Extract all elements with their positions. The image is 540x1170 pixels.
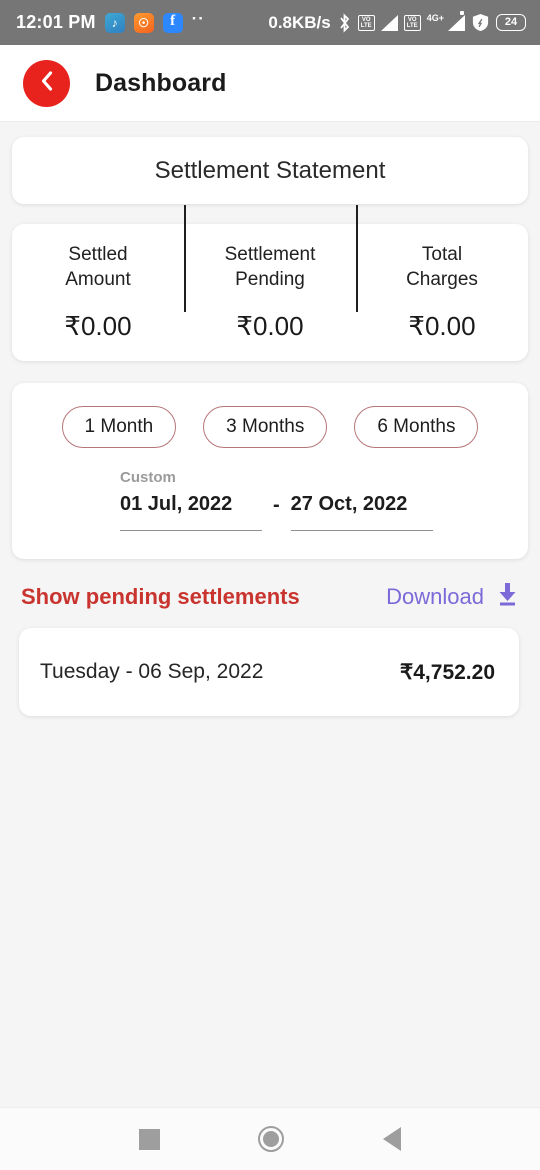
summary-card: Settled Amount ₹0.00 Settlement Pending … bbox=[12, 205, 528, 361]
status-bar: 12:01 PM ♪ ☉ f ·· 0.8KB/s VO LTE VO LTE 4G… bbox=[0, 0, 540, 45]
status-bar-left: 12:01 PM ♪ ☉ f ·· bbox=[16, 8, 205, 33]
duration-chip-6-months[interactable]: 6 Months bbox=[354, 406, 479, 448]
notes-app-icon: ♪ bbox=[104, 12, 125, 33]
status-bar-clock: 12:01 PM bbox=[16, 12, 96, 32]
recents-square-icon[interactable] bbox=[139, 1128, 161, 1150]
volte-icon-2: VO LTE bbox=[403, 14, 421, 31]
action-row: Show pending settlements Download bbox=[21, 581, 520, 612]
orange-app-icon: ☉ bbox=[133, 12, 154, 33]
facebook-icon: f bbox=[162, 12, 183, 33]
date-filter-card: 1 Month 3 Months 6 Months Custom 01 Jul,… bbox=[12, 383, 528, 559]
home-circle-icon[interactable] bbox=[258, 1126, 285, 1152]
network-speed-label: 0.8KB/s bbox=[268, 12, 331, 32]
summary-value: ₹0.00 bbox=[64, 310, 132, 341]
download-label: Download bbox=[386, 583, 484, 609]
system-nav-bar bbox=[0, 1107, 540, 1170]
summary-item-settlement-pending: Settlement Pending ₹0.00 bbox=[184, 205, 356, 342]
settlement-statement-title: Settlement Statement bbox=[154, 156, 386, 184]
summary-item-total-charges: Total Charges ₹0.00 bbox=[356, 205, 528, 342]
phone-screen: 12:01 PM ♪ ☉ f ·· 0.8KB/s VO LTE VO LTE 4G… bbox=[0, 0, 540, 1170]
custom-range-label: Custom bbox=[120, 469, 176, 486]
bluetooth-icon bbox=[337, 12, 352, 33]
summary-value: ₹0.00 bbox=[236, 310, 304, 341]
app-bar: Dashboard bbox=[0, 45, 540, 122]
notification-overflow-dots: ·· bbox=[191, 8, 205, 28]
settlement-row[interactable]: Tuesday - 06 Sep, 2022 ₹4,752.20 bbox=[19, 628, 519, 716]
signal-bars-icon-1 bbox=[380, 14, 398, 31]
summary-label: Settled Amount bbox=[65, 244, 131, 290]
network-type-label: 4G+ bbox=[426, 12, 444, 23]
settlement-row-date: Tuesday - 06 Sep, 2022 bbox=[40, 660, 264, 683]
status-bar-right: 0.8KB/s VO LTE VO LTE 4G+ 24 bbox=[268, 10, 526, 33]
chevron-left-icon bbox=[36, 69, 58, 98]
volte-icon-1: VO LTE bbox=[357, 14, 375, 31]
download-arrow-icon bbox=[495, 581, 520, 612]
end-date-field[interactable]: 27 Oct, 2022 bbox=[290, 493, 433, 531]
start-date-field[interactable]: 01 Jul, 2022 bbox=[120, 493, 262, 531]
settlement-row-amount: ₹4,752.20 bbox=[399, 660, 495, 684]
signal-bars-icon-2 bbox=[448, 10, 465, 31]
date-range-separator: - bbox=[273, 494, 280, 516]
summary-label: Settlement Pending bbox=[224, 244, 316, 290]
vpn-shield-icon bbox=[471, 13, 490, 32]
summary-label: Total Charges bbox=[406, 244, 478, 290]
duration-chip-group: 1 Month 3 Months 6 Months bbox=[12, 406, 528, 448]
main-content: Settlement Statement Settled Amount ₹0.0… bbox=[0, 137, 540, 716]
summary-item-settled-amount: Settled Amount ₹0.00 bbox=[12, 243, 184, 342]
summary-value: ₹0.00 bbox=[408, 310, 476, 341]
settlement-statement-card: Settlement Statement bbox=[12, 137, 528, 204]
battery-indicator: 24 bbox=[496, 14, 526, 31]
custom-date-range: 01 Jul, 2022 - 27 Oct, 2022 bbox=[120, 493, 528, 531]
show-pending-settlements-link[interactable]: Show pending settlements bbox=[21, 584, 300, 610]
duration-chip-3-months[interactable]: 3 Months bbox=[203, 406, 328, 448]
download-button[interactable]: Download bbox=[386, 581, 520, 612]
duration-chip-1-month[interactable]: 1 Month bbox=[61, 406, 177, 448]
settlement-list: Tuesday - 06 Sep, 2022 ₹4,752.20 bbox=[0, 628, 540, 716]
back-triangle-icon[interactable] bbox=[382, 1127, 401, 1151]
page-title: Dashboard bbox=[95, 68, 227, 97]
back-button[interactable] bbox=[23, 59, 70, 107]
